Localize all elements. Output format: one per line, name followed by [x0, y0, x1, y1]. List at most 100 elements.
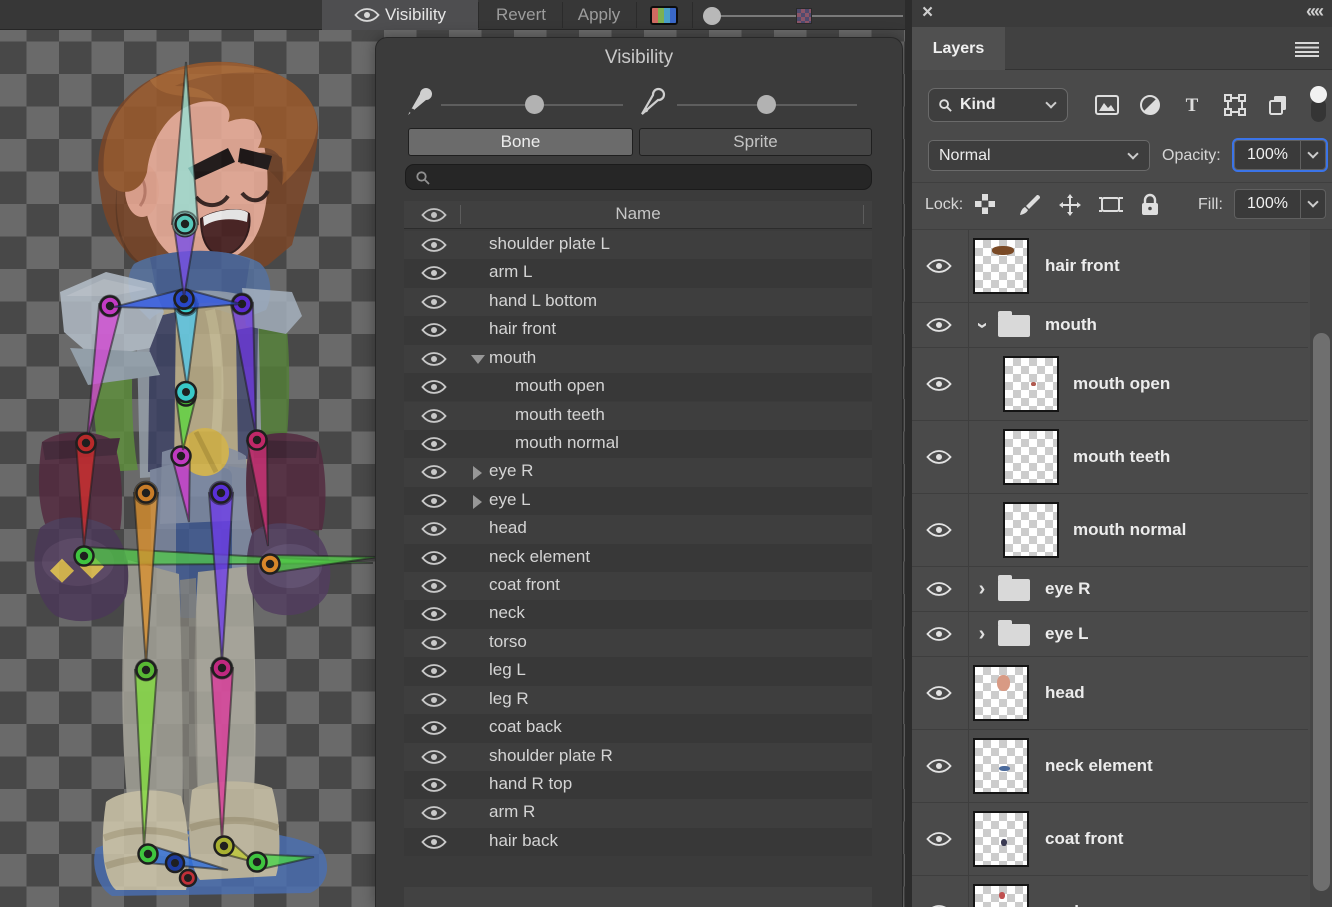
eye-visibility-toggle[interactable]	[421, 379, 447, 395]
layer-thumbnail[interactable]	[1003, 356, 1059, 412]
collapse-panel-icon[interactable]: ««	[1306, 1, 1322, 22]
lock-artboard-icon[interactable]	[1098, 193, 1124, 222]
bone-color-swatch-icon[interactable]	[650, 6, 678, 25]
visibility-row[interactable]: hair back	[404, 828, 872, 856]
tab-bone[interactable]: Bone	[408, 128, 633, 156]
chevron-right-icon[interactable]: ›	[975, 578, 989, 601]
visibility-row[interactable]: leg L	[404, 657, 872, 685]
layer-row[interactable]: ›eye L	[912, 612, 1308, 657]
layer-row[interactable]: mouth teeth	[912, 421, 1308, 494]
layer-thumbnail[interactable]	[973, 665, 1029, 721]
eye-visibility-toggle[interactable]	[926, 831, 952, 847]
eye-visibility-toggle[interactable]	[421, 237, 447, 253]
filter-smart-objects-icon[interactable]	[1263, 92, 1293, 118]
visibility-row[interactable]: mouth open	[404, 373, 872, 401]
eye-visibility-toggle[interactable]	[421, 635, 447, 651]
sprite-opacity-slider-knob[interactable]	[757, 95, 776, 114]
eye-visibility-toggle[interactable]	[421, 606, 447, 622]
eye-visibility-toggle[interactable]	[421, 692, 447, 708]
tab-sprite[interactable]: Sprite	[639, 128, 872, 156]
fill-combo[interactable]: 100%	[1234, 189, 1326, 219]
visibility-row[interactable]: hair front	[404, 316, 872, 344]
eye-visibility-toggle[interactable]	[926, 758, 952, 774]
visibility-row[interactable]: coat back	[404, 714, 872, 742]
expander-right-icon[interactable]	[473, 495, 482, 509]
eye-visibility-toggle[interactable]	[421, 408, 447, 424]
revert-button[interactable]: Revert	[480, 0, 562, 30]
eye-visibility-toggle[interactable]	[926, 376, 952, 392]
layer-thumbnail[interactable]	[1003, 502, 1059, 558]
panel-menu-icon[interactable]	[1294, 41, 1320, 57]
eye-visibility-toggle[interactable]	[421, 464, 447, 480]
eye-visibility-toggle[interactable]	[421, 749, 447, 765]
eye-visibility-toggle[interactable]	[421, 777, 447, 793]
layer-thumbnail[interactable]	[973, 238, 1029, 294]
eye-visibility-toggle[interactable]	[421, 521, 447, 537]
chevron-down-icon[interactable]: ›	[971, 318, 994, 332]
eye-visibility-toggle[interactable]	[421, 805, 447, 821]
search-input[interactable]	[405, 164, 872, 190]
eye-visibility-toggle[interactable]	[421, 720, 447, 736]
kind-filter-select[interactable]: Kind	[928, 88, 1068, 122]
layer-thumbnail[interactable]	[973, 884, 1029, 907]
eye-visibility-toggle[interactable]	[926, 685, 952, 701]
visibility-row[interactable]: mouth teeth	[404, 402, 872, 430]
filter-pixel-layers-icon[interactable]	[1092, 92, 1122, 118]
eye-visibility-toggle[interactable]	[421, 436, 447, 452]
opacity-combo[interactable]: 100%	[1234, 140, 1326, 170]
layer-thumbnail[interactable]	[1003, 429, 1059, 485]
layer-row[interactable]: hair front	[912, 230, 1308, 303]
eye-visibility-toggle[interactable]	[421, 351, 447, 367]
visibility-row[interactable]: neck	[404, 600, 872, 628]
layer-row[interactable]: ›mouth	[912, 303, 1308, 348]
eye-visibility-toggle[interactable]	[926, 626, 952, 642]
lock-position-icon[interactable]	[1058, 193, 1082, 222]
filter-type-layers-icon[interactable]: T	[1177, 92, 1207, 118]
visibility-row[interactable]: neck element	[404, 544, 872, 572]
visibility-row[interactable]: arm R	[404, 799, 872, 827]
eye-visibility-toggle[interactable]	[421, 294, 447, 310]
eye-visibility-toggle[interactable]	[421, 493, 447, 509]
visibility-row[interactable]: coat front	[404, 572, 872, 600]
layer-row[interactable]: neck	[912, 876, 1308, 907]
expander-down-icon[interactable]	[471, 355, 485, 364]
visibility-row[interactable]: head	[404, 515, 872, 543]
layer-row[interactable]: neck element	[912, 730, 1308, 803]
eye-visibility-toggle[interactable]	[421, 663, 447, 679]
visibility-row[interactable]: torso	[404, 629, 872, 657]
eye-visibility-toggle[interactable]	[926, 522, 952, 538]
visibility-row[interactable]: mouth normal	[404, 430, 872, 458]
chevron-right-icon[interactable]: ›	[975, 623, 989, 646]
layer-row[interactable]: head	[912, 657, 1308, 730]
panel-divider[interactable]	[905, 0, 912, 907]
lock-all-icon[interactable]	[1140, 193, 1160, 222]
filter-adjustment-layers-icon[interactable]	[1135, 92, 1165, 118]
visibility-row[interactable]: hand L bottom	[404, 288, 872, 316]
tab-layers[interactable]: Layers	[912, 27, 1005, 70]
sprite-opacity-slider-knob[interactable]	[796, 8, 812, 24]
eye-visibility-toggle[interactable]	[421, 578, 447, 594]
eye-visibility-toggle[interactable]	[926, 449, 952, 465]
eye-visibility-toggle[interactable]	[926, 317, 952, 333]
eye-visibility-toggle[interactable]	[421, 550, 447, 566]
apply-button[interactable]: Apply	[564, 0, 634, 30]
visibility-row[interactable]: eye R	[404, 458, 872, 486]
scrollbar-thumb[interactable]	[1313, 333, 1330, 891]
visibility-row[interactable]: eye L	[404, 487, 872, 515]
layer-row[interactable]: coat front	[912, 803, 1308, 876]
visibility-row[interactable]: shoulder plate L	[404, 231, 872, 259]
visibility-toolbar-button[interactable]: Visibility	[322, 0, 478, 30]
layer-row[interactable]: ›eye R	[912, 567, 1308, 612]
eye-visibility-toggle[interactable]	[421, 322, 447, 338]
bone-size-slider-knob[interactable]	[525, 95, 544, 114]
eye-visibility-toggle[interactable]	[926, 258, 952, 274]
visibility-row[interactable]: leg R	[404, 686, 872, 714]
visibility-row[interactable]: hand R top	[404, 771, 872, 799]
bone-opacity-slider-knob[interactable]	[703, 7, 721, 25]
layer-row[interactable]: mouth normal	[912, 494, 1308, 567]
lock-image-icon[interactable]	[1018, 193, 1042, 222]
layer-row[interactable]: mouth open	[912, 348, 1308, 421]
close-icon[interactable]: ×	[922, 2, 933, 24]
eye-visibility-toggle[interactable]	[421, 834, 447, 850]
visibility-row[interactable]: shoulder plate R	[404, 743, 872, 771]
